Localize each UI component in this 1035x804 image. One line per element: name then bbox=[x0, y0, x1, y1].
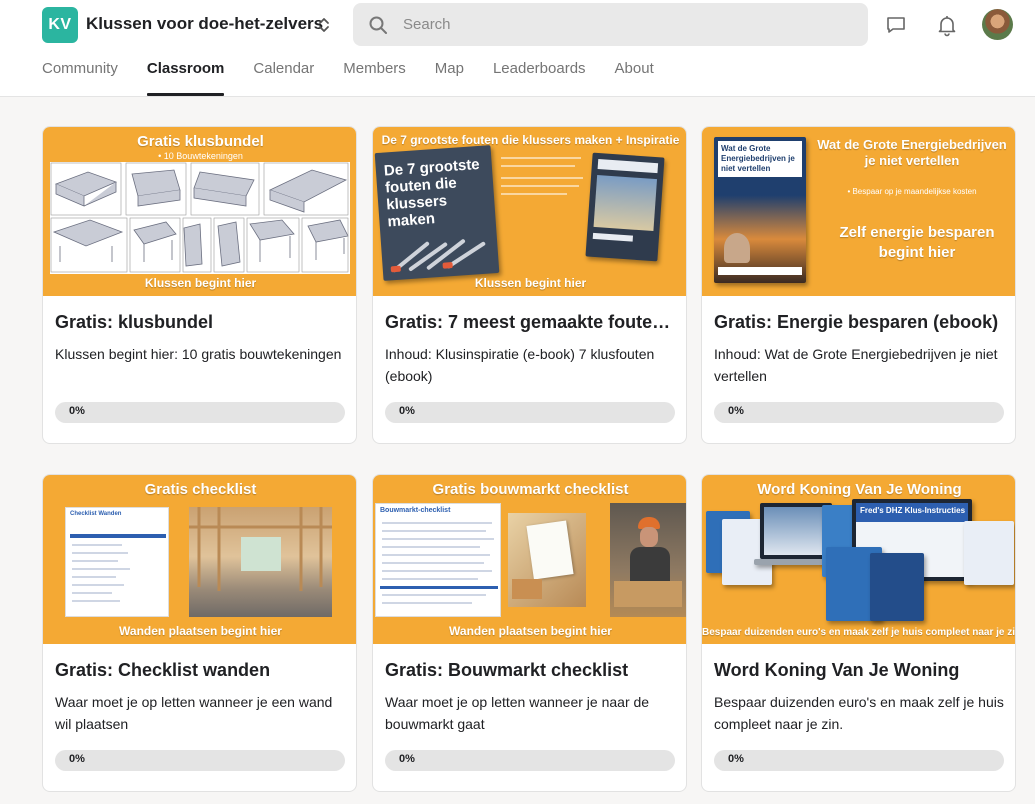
chevron-updown-icon[interactable] bbox=[313, 13, 335, 37]
checklist-document: Bouwmarkt-checklist bbox=[375, 503, 501, 617]
course-card[interactable]: Wat de Grote Energiebedrijven je niet ve… bbox=[701, 126, 1016, 444]
progress-bar: 0% bbox=[714, 402, 1004, 423]
tools-icon bbox=[390, 239, 486, 273]
tab-about[interactable]: About bbox=[615, 60, 654, 97]
tab-members[interactable]: Members bbox=[343, 60, 406, 97]
chat-icon[interactable] bbox=[881, 10, 911, 40]
tab-map[interactable]: Map bbox=[435, 60, 464, 97]
progress-bar: 0% bbox=[714, 750, 1004, 771]
top-header: KV Klussen voor doe-het-zelvers Communit… bbox=[0, 0, 1035, 97]
checklist-photo bbox=[508, 513, 586, 607]
course-title[interactable]: Word Koning Van Je Woning bbox=[714, 660, 1006, 681]
course-card[interactable]: Gratis klusbundel • 10 Bouwtekeningen Kl… bbox=[42, 126, 357, 444]
course-title[interactable]: Gratis: Energie besparen (ebook) bbox=[714, 312, 1006, 333]
progress-bar: 0% bbox=[385, 750, 675, 771]
thumbnail-headline: Zelf energie besparen begint hier bbox=[839, 224, 995, 261]
course-description: Inhoud: Klusinspiratie (e-book) 7 klusfo… bbox=[385, 346, 655, 384]
course-description: Bespaar duizenden euro's en maak zelf je… bbox=[714, 694, 1004, 732]
progress-label: 0% bbox=[728, 753, 744, 765]
tab-community[interactable]: Community bbox=[42, 60, 118, 97]
progress-bar: 0% bbox=[55, 402, 345, 423]
thumbnail-subtitle: • 10 Bouwtekeningen bbox=[158, 151, 243, 161]
course-thumbnail: Gratis bouwmarkt checklist Bouwmarkt-che… bbox=[373, 475, 686, 644]
document-heading: Checklist Wanden bbox=[70, 511, 122, 517]
search-input[interactable] bbox=[403, 16, 843, 33]
course-title[interactable]: Gratis: klusbundel bbox=[55, 312, 347, 333]
thumbnail-title: Gratis bouwmarkt checklist bbox=[432, 481, 629, 498]
course-thumbnail: Gratis checklist Checklist Wanden Wanden… bbox=[43, 475, 356, 644]
framing-photo bbox=[189, 507, 332, 617]
course-description: Klussen begint hier: 10 gratis bouwteken… bbox=[55, 346, 342, 362]
ebook-cover: Wat de Grote Energiebedrijven je niet ve… bbox=[714, 137, 806, 283]
worker-photo bbox=[610, 503, 686, 617]
bell-icon[interactable] bbox=[932, 10, 962, 40]
construction-drawings-icon bbox=[50, 162, 349, 273]
wall-framing-icon bbox=[189, 507, 332, 591]
document-heading: Bouwmarkt-checklist bbox=[380, 507, 451, 514]
ebook-title: Wat de Grote Energiebedrijven je niet ve… bbox=[718, 141, 802, 177]
thumbnail-footer: Bespaar duizenden euro's en maak zelf je… bbox=[702, 627, 1016, 638]
course-card[interactable]: Word Koning Van Je Woning Fred's DHZ Klu… bbox=[701, 474, 1016, 792]
search-bar[interactable] bbox=[353, 3, 868, 46]
nav-tabs: Community Classroom Calendar Members Map… bbox=[42, 60, 683, 97]
thumbnail-title: Wat de Grote Energiebedrijven je niet ve… bbox=[817, 137, 1007, 168]
tab-classroom[interactable]: Classroom bbox=[146, 60, 224, 97]
ebook-title: De 7 grootste fouten die klussers maken bbox=[383, 155, 481, 231]
thumbnail-bullet: • Bespaar op je maandelijkse kosten bbox=[847, 187, 977, 196]
thumbnail-footer: Klussen begint hier bbox=[474, 276, 587, 290]
group-logo[interactable]: KV bbox=[42, 7, 78, 43]
screen-title: Fred's DHZ Klus-Instructies bbox=[860, 506, 966, 515]
course-title[interactable]: Gratis: Bouwmarkt checklist bbox=[385, 660, 677, 681]
thumbnail-footer: Wanden plaatsen begint hier bbox=[119, 624, 282, 638]
product-book bbox=[964, 521, 1014, 585]
tab-calendar[interactable]: Calendar bbox=[253, 60, 314, 97]
progress-bar: 0% bbox=[55, 750, 345, 771]
course-thumbnail: Gratis klusbundel • 10 Bouwtekeningen Kl… bbox=[43, 127, 356, 296]
course-description: Waar moet je op letten wanneer je naar d… bbox=[385, 694, 650, 732]
ebook-cover: De 7 grootste fouten die klussers maken bbox=[374, 145, 500, 281]
ebook-bullets bbox=[501, 157, 587, 217]
course-title[interactable]: Gratis: 7 meest gemaakte fouten ... bbox=[385, 312, 677, 333]
progress-label: 0% bbox=[69, 405, 85, 417]
progress-label: 0% bbox=[399, 753, 415, 765]
thumbnail-title: Gratis checklist bbox=[144, 481, 257, 498]
tab-leaderboards[interactable]: Leaderboards bbox=[493, 60, 586, 97]
progress-label: 0% bbox=[728, 405, 744, 417]
thumbnail-footer: Wanden plaatsen begint hier bbox=[449, 624, 612, 638]
progress-bar: 0% bbox=[385, 402, 675, 423]
thumbnail-footer: Klussen begint hier bbox=[144, 276, 257, 290]
course-card[interactable]: Gratis bouwmarkt checklist Bouwmarkt-che… bbox=[372, 474, 687, 792]
avatar[interactable] bbox=[982, 9, 1013, 40]
group-name[interactable]: Klussen voor doe-het-zelvers bbox=[86, 14, 323, 34]
thumbnail-title: Gratis klusbundel bbox=[137, 133, 264, 150]
course-card[interactable]: Gratis checklist Checklist Wanden Wanden… bbox=[42, 474, 357, 792]
progress-label: 0% bbox=[69, 753, 85, 765]
course-thumbnail: Word Koning Van Je Woning Fred's DHZ Klu… bbox=[702, 475, 1016, 644]
course-thumbnail: De 7 grootste fouten die klussers maken … bbox=[373, 127, 686, 296]
thumbnail-title: De 7 grootste fouten die klussers maken … bbox=[381, 133, 680, 147]
course-description: Waar moet je op letten wanneer je een wa… bbox=[55, 694, 333, 732]
course-description: Inhoud: Wat de Grote Energiebedrijven je… bbox=[714, 346, 998, 384]
progress-label: 0% bbox=[399, 405, 415, 417]
course-thumbnail: Wat de Grote Energiebedrijven je niet ve… bbox=[702, 127, 1015, 296]
course-title[interactable]: Gratis: Checklist wanden bbox=[55, 660, 347, 681]
checklist-document: Checklist Wanden bbox=[65, 507, 169, 617]
product-book bbox=[870, 553, 924, 621]
course-card[interactable]: De 7 grootste fouten die klussers maken … bbox=[372, 126, 687, 444]
drawings-panel bbox=[50, 162, 350, 274]
search-icon bbox=[367, 14, 389, 36]
ebook-cover-2 bbox=[585, 152, 665, 262]
thumbnail-title: Word Koning Van Je Woning bbox=[757, 481, 962, 498]
